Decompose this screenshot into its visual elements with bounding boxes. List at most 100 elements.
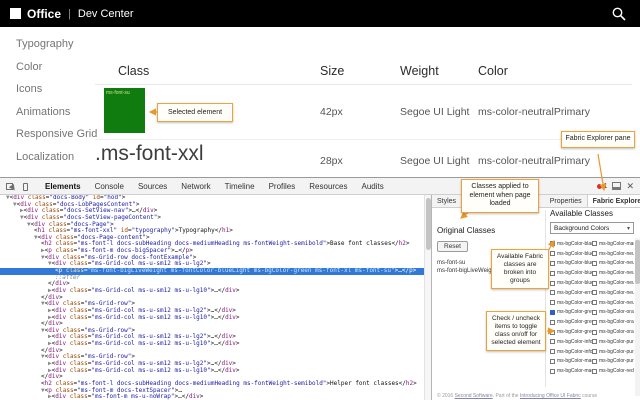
devtools-tab-audits[interactable]: Audits [355,178,391,195]
class-checkbox-item[interactable]: ms-bgColor-purple [592,337,634,347]
devtools-tab-console[interactable]: Console [88,178,131,195]
devtools-tab-profiles[interactable]: Profiles [262,178,303,195]
class-checkbox-item[interactable]: ms-bgColor-magenta [550,357,592,367]
class-name-xxl: .ms-font-xxl [95,142,204,165]
checkbox-icon[interactable] [592,300,597,306]
dom-tree-node[interactable]: ▶<div class="ms-Grid-col ms-u-sm12 ms-u-… [0,314,424,322]
error-badge[interactable]: 1 [596,183,607,190]
checkbox-icon[interactable] [550,368,555,374]
checkbox-icon[interactable] [550,339,555,345]
class-checkbox-item[interactable]: ms-bgColor-greenLight [550,327,592,337]
nav-item-responsive-grid[interactable]: Responsive Grid [16,128,97,140]
checkbox-icon[interactable] [592,280,597,286]
class-checkbox-item[interactable]: ms-bgColor-greenDark [550,317,592,327]
class-checkbox-item[interactable]: ms-bgColor-orange [592,308,634,318]
class-checkbox-item[interactable]: ms-bgColor-magentaDark [550,366,592,376]
class-checkbox-item[interactable]: ms-bgColor-red [592,366,634,376]
checkbox-icon[interactable] [550,251,555,257]
checkbox-icon[interactable] [550,349,555,355]
checkbox-icon[interactable] [592,349,597,355]
sidebar-tab-fabric-explorer[interactable]: Fabric Explorer [586,195,640,207]
dock-side-icon[interactable] [612,182,622,190]
sidebar-tab-properties[interactable]: Properties [545,195,587,207]
checkbox-icon[interactable] [592,260,597,266]
reset-button[interactable]: Reset [437,241,468,252]
class-checkbox-item[interactable]: ms-bgColor-blueLight [550,268,592,278]
dom-tree-node[interactable]: ▶<div class="ms-font-m ms-u-noWrap">…</d… [0,393,424,400]
link-course[interactable]: Introducing Office UI Fabric [520,393,581,399]
checkbox-icon[interactable] [592,358,597,364]
inspect-element-icon[interactable] [5,181,18,192]
devtools-tab-sources[interactable]: Sources [131,178,174,195]
link-second-software[interactable]: Second Software [455,393,493,399]
available-classes-title: Available Classes [550,209,613,218]
close-icon[interactable]: ✕ [626,178,634,195]
checkbox-icon[interactable] [592,270,597,276]
checkbox-icon[interactable] [592,241,597,247]
dropdown-selected-label: Background Colors [554,224,610,232]
devtools-tab-timeline[interactable]: Timeline [218,178,262,195]
nav-item-typography[interactable]: Typography [16,38,97,50]
tree-scrollbar[interactable] [424,195,431,400]
checkbox-icon[interactable] [592,319,597,325]
list-scrollbar[interactable] [635,238,640,396]
devtools-tab-resources[interactable]: Resources [302,178,354,195]
checkbox-icon[interactable] [550,260,555,266]
callout-classes-applied: Classes applied to element when page loa… [461,179,539,213]
footer-mid-text: . Part of the [492,393,520,399]
class-checkbox-item[interactable]: ms-bgColor-neutralDark [592,249,634,259]
class-checkbox-item[interactable]: ms-bgColor-neutralSecondary [592,288,634,298]
class-checkbox-label: ms-bgColor-black [557,240,592,247]
class-checkbox-item[interactable]: ms-bgColor-neutralPrimary [592,278,634,288]
screen: Office | Dev Center Typography Color Icons… [0,0,640,400]
checkbox-icon[interactable] [592,339,597,345]
class-checkbox-item[interactable]: ms-bgColor-purpleDark [592,347,634,357]
devtools-sidebar: StylesComp…PropertiesFabric Explorer Ori… [431,195,640,400]
dom-tree-node[interactable]: ▶<div class="ms-Grid-col ms-u-sm12 ms-u-… [0,340,424,348]
class-checkbox-item[interactable]: ms-bgColor-neutralTertiary [592,298,634,308]
dom-tree-node[interactable]: ▶<div class="ms-Grid-col ms-u-sm12 ms-u-… [0,367,424,375]
class-checkbox-item[interactable]: ms-bgColor-orangeLighter [592,327,634,337]
class-checkbox-item[interactable]: ms-bgColor-neutralLighter [592,268,634,278]
checkbox-icon[interactable] [592,329,597,335]
checkbox-icon[interactable] [550,319,555,325]
checkbox-icon[interactable] [592,251,597,257]
checkbox-icon[interactable] [550,329,555,335]
checkbox-icon[interactable] [550,241,555,247]
class-checkbox-label: ms-bgColor-blueDark [557,260,592,267]
class-checkbox-item[interactable]: ms-bgColor-error [550,288,592,298]
checkbox-icon[interactable] [550,309,555,315]
class-checkbox-item[interactable]: ms-bgColor-blue [550,249,592,259]
checkbox-icon[interactable] [592,368,597,374]
dom-tree-node[interactable]: ▶<div class="ms-Grid-col ms-u-sm12 ms-u-… [0,287,424,295]
nav-item-localization[interactable]: Localization [16,151,97,163]
class-checkbox-item[interactable]: ms-bgColor-green [550,308,592,318]
class-checkbox-item[interactable]: ms-bgColor-magentaLight [592,239,634,249]
checkbox-icon[interactable] [550,270,555,276]
scrollbar-thumb[interactable] [635,240,640,284]
sidebar-tab-styles[interactable]: Styles [432,195,461,207]
class-checkbox-item[interactable]: ms-bgColor-blueDark [550,259,592,269]
devtools-tab-elements[interactable]: Elements [38,178,88,195]
class-checkbox-item[interactable]: ms-bgColor-infoBackground [550,347,592,357]
class-checkbox-item[interactable]: ms-bgColor-black [550,239,592,249]
search-button[interactable] [608,3,630,25]
class-checkbox-item[interactable]: ms-bgColor-orangeLight [592,317,634,327]
device-toolbar-icon[interactable] [21,181,32,192]
class-checkbox-item[interactable]: ms-bgColor-blueMid [550,278,592,288]
checkbox-icon[interactable] [550,300,555,306]
devtools-tab-network[interactable]: Network [174,178,217,195]
class-checkbox-item[interactable]: ms-bgColor-info [550,337,592,347]
checkbox-icon[interactable] [550,280,555,286]
nav-item-icons[interactable]: Icons [16,83,97,95]
checkbox-icon[interactable] [550,290,555,296]
checkbox-icon[interactable] [592,309,597,315]
class-checkbox-item[interactable]: ms-bgColor-purpleLight [592,357,634,367]
nav-item-color[interactable]: Color [16,61,97,73]
nav-item-animations[interactable]: Animations [16,106,97,118]
class-group-dropdown[interactable]: Background Colors ▾ [550,222,634,234]
checkbox-icon[interactable] [550,358,555,364]
class-checkbox-item[interactable]: ms-bgColor-errorBackground [550,298,592,308]
class-checkbox-item[interactable]: ms-bgColor-neutralLight [592,259,634,269]
checkbox-icon[interactable] [592,290,597,296]
